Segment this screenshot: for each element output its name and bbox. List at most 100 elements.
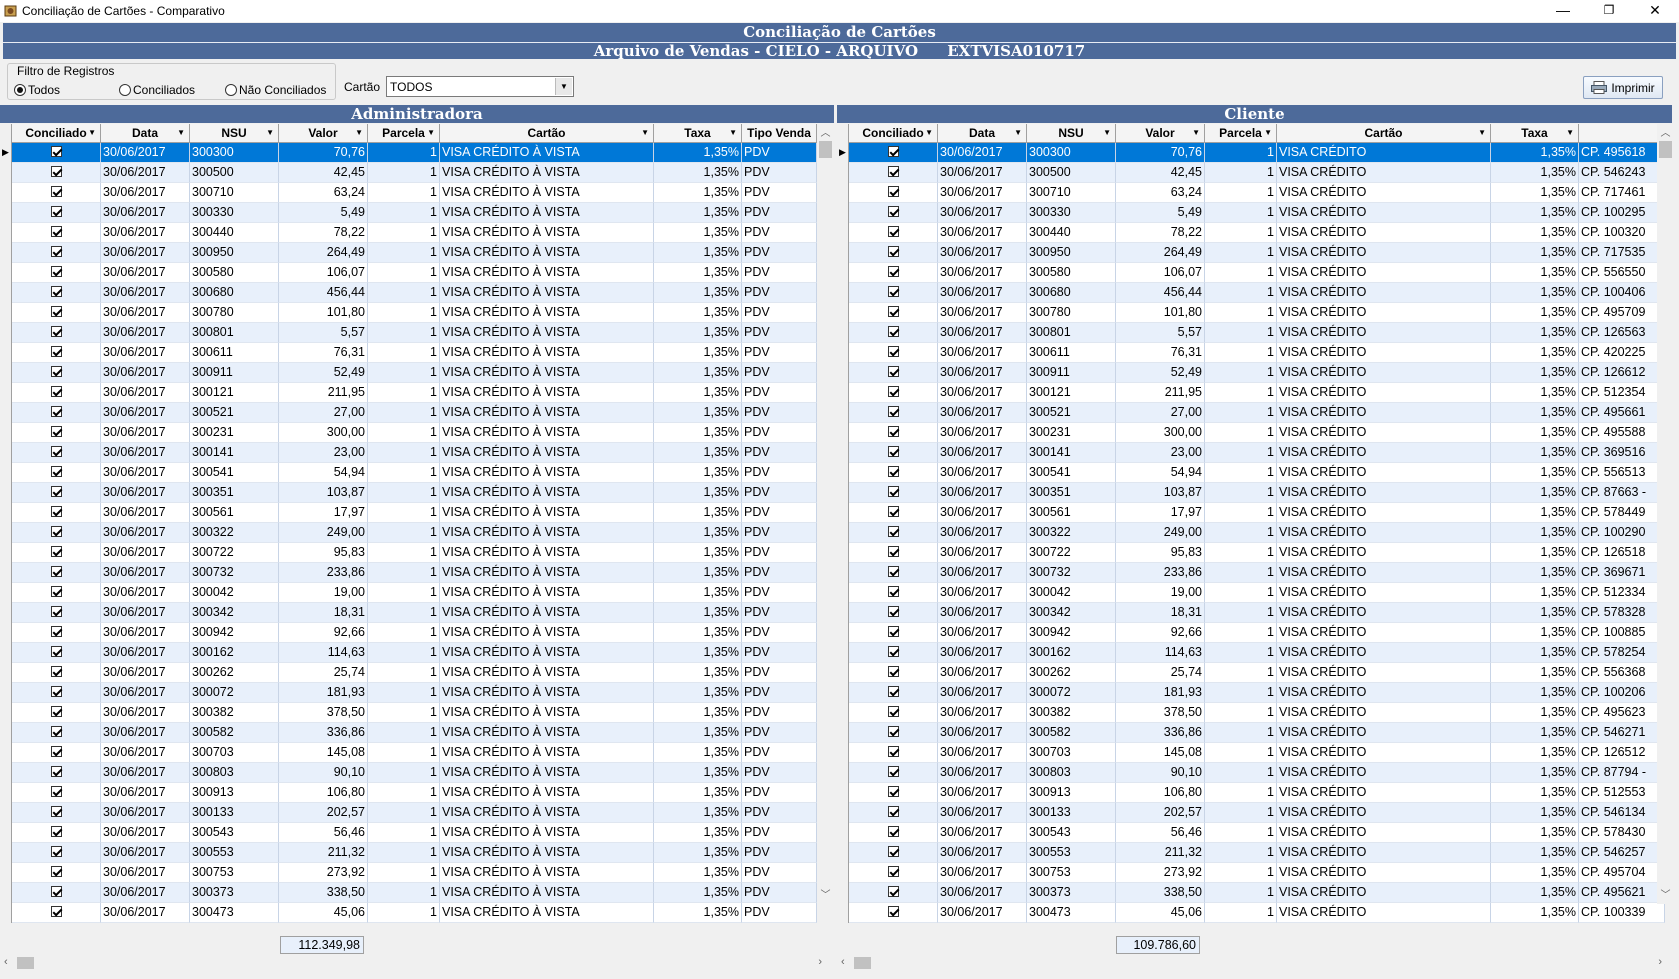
table-row[interactable]: 30/06/2017 300440 78,22 1 VISA CRÉDITO À VIS… [12, 223, 817, 243]
cell-conciliado[interactable] [12, 383, 101, 403]
cell-conciliado[interactable] [849, 843, 938, 863]
checkbox-icon[interactable] [887, 466, 899, 478]
checkbox-icon[interactable] [887, 206, 899, 218]
cell-conciliado[interactable] [12, 323, 101, 343]
checkbox-icon[interactable] [50, 826, 62, 838]
table-row[interactable]: 30/06/2017 300322 249,00 1 VISA CRÉDITO 1,35%… [849, 523, 1665, 543]
checkbox-icon[interactable] [50, 726, 62, 738]
table-row[interactable]: 30/06/2017 300753 273,92 1 VISA CRÉDITO À VI… [12, 863, 817, 883]
checkbox-icon[interactable] [50, 486, 62, 498]
scrollbar-thumb[interactable] [1659, 141, 1672, 158]
cell-conciliado[interactable] [849, 663, 938, 683]
checkbox-icon[interactable] [887, 446, 899, 458]
table-row[interactable]: 30/06/2017 300543 56,46 1 VISA CRÉDITO À VIS… [12, 823, 817, 843]
cell-conciliado[interactable] [12, 863, 101, 883]
cell-conciliado[interactable] [849, 443, 938, 463]
table-row[interactable]: 30/06/2017 300582 336,86 1 VISA CRÉDITO 1,35%… [849, 723, 1665, 743]
table-row[interactable]: 30/06/2017 300300 70,76 1 VISA CRÉDITO À VIS… [12, 143, 817, 163]
table-row[interactable]: 30/06/2017 300611 76,31 1 VISA CRÉDITO 1,35% C… [849, 343, 1665, 363]
cell-conciliado[interactable] [849, 183, 938, 203]
column-header-nsu[interactable]: NSU ▼ [1027, 124, 1116, 143]
cell-conciliado[interactable] [849, 483, 938, 503]
table-row[interactable]: 30/06/2017 300710 63,24 1 VISA CRÉDITO 1,35% C… [849, 183, 1665, 203]
table-row[interactable]: 30/06/2017 300262 25,74 1 VISA CRÉDITO À VIS… [12, 663, 817, 683]
table-row[interactable]: 30/06/2017 300541 54,94 1 VISA CRÉDITO À VIS… [12, 463, 817, 483]
checkbox-icon[interactable] [887, 646, 899, 658]
cell-conciliado[interactable] [12, 483, 101, 503]
checkbox-icon[interactable] [50, 806, 62, 818]
checkbox-icon[interactable] [50, 506, 62, 518]
cell-conciliado[interactable] [12, 563, 101, 583]
checkbox-icon[interactable] [50, 466, 62, 478]
checkbox-icon[interactable] [887, 486, 899, 498]
cell-conciliado[interactable] [12, 883, 101, 903]
radio-dot-todos[interactable] [14, 84, 26, 96]
cell-conciliado[interactable] [12, 463, 101, 483]
column-header-tipo-venda[interactable]: Tipo Venda [742, 124, 817, 143]
checkbox-icon[interactable] [887, 686, 899, 698]
table-row[interactable]: 30/06/2017 300580 106,07 1 VISA CRÉDITO À VI… [12, 263, 817, 283]
checkbox-icon[interactable] [50, 566, 62, 578]
table-row[interactable]: 30/06/2017 300500 42,45 1 VISA CRÉDITO 1,35% C… [849, 163, 1665, 183]
cell-conciliado[interactable] [12, 623, 101, 643]
table-row[interactable]: 30/06/2017 300732 233,86 1 VISA CRÉDITO 1,35%… [849, 563, 1665, 583]
cell-conciliado[interactable] [12, 163, 101, 183]
cell-conciliado[interactable] [849, 583, 938, 603]
table-row[interactable]: 30/06/2017 300942 92,66 1 VISA CRÉDITO À VIS… [12, 623, 817, 643]
checkbox-icon[interactable] [887, 866, 899, 878]
table-row[interactable]: 30/06/2017 300121 211,95 1 VISA CRÉDITO 1,35%… [849, 383, 1665, 403]
cell-conciliado[interactable] [849, 363, 938, 383]
cell-conciliado[interactable] [849, 403, 938, 423]
checkbox-icon[interactable] [887, 266, 899, 278]
table-row[interactable]: 30/06/2017 300440 78,22 1 VISA CRÉDITO 1,35% C… [849, 223, 1665, 243]
checkbox-icon[interactable] [887, 186, 899, 198]
checkbox-icon[interactable] [50, 906, 62, 918]
column-header-conciliado[interactable]: Conciliado ▼ [12, 124, 101, 143]
cell-conciliado[interactable] [12, 443, 101, 463]
cell-conciliado[interactable] [849, 543, 938, 563]
column-header-cartao[interactable]: Cartão ▼ [1277, 124, 1491, 143]
scrollbar-thumb[interactable] [17, 957, 34, 969]
cell-conciliado[interactable] [849, 723, 938, 743]
column-header-valor[interactable]: Valor ▼ [1116, 124, 1205, 143]
cell-conciliado[interactable] [12, 823, 101, 843]
checkbox-icon[interactable] [50, 186, 62, 198]
cell-conciliado[interactable] [12, 723, 101, 743]
cell-conciliado[interactable] [849, 263, 938, 283]
cell-conciliado[interactable] [12, 763, 101, 783]
table-row[interactable]: 30/06/2017 300231 300,00 1 VISA CRÉDITO À VI… [12, 423, 817, 443]
checkbox-icon[interactable] [50, 386, 62, 398]
cell-conciliado[interactable] [849, 683, 938, 703]
cell-conciliado[interactable] [12, 283, 101, 303]
table-row[interactable]: 30/06/2017 300780 101,80 1 VISA CRÉDITO À VI… [12, 303, 817, 323]
checkbox-icon[interactable] [50, 526, 62, 538]
table-row[interactable]: 30/06/2017 300553 211,32 1 VISA CRÉDITO 1,35%… [849, 843, 1665, 863]
table-row[interactable]: 30/06/2017 300042 19,00 1 VISA CRÉDITO À VIS… [12, 583, 817, 603]
table-row[interactable]: 30/06/2017 300611 76,31 1 VISA CRÉDITO À VIS… [12, 343, 817, 363]
table-row[interactable]: 30/06/2017 300942 92,66 1 VISA CRÉDITO 1,35% C… [849, 623, 1665, 643]
checkbox-icon[interactable] [50, 346, 62, 358]
checkbox-icon[interactable] [887, 906, 899, 918]
table-row[interactable]: 30/06/2017 300911 52,49 1 VISA CRÉDITO 1,35% C… [849, 363, 1665, 383]
scroll-down-icon[interactable]: ﹀ [1657, 886, 1674, 901]
cell-conciliado[interactable] [12, 523, 101, 543]
checkbox-icon[interactable] [887, 166, 899, 178]
cell-conciliado[interactable] [849, 163, 938, 183]
cell-conciliado[interactable] [849, 863, 938, 883]
checkbox-icon[interactable] [50, 206, 62, 218]
column-header-cartao[interactable]: Cartão ▼ [440, 124, 654, 143]
cell-conciliado[interactable] [12, 663, 101, 683]
table-row[interactable]: 30/06/2017 300950 264,49 1 VISA CRÉDITO À VI… [12, 243, 817, 263]
checkbox-icon[interactable] [50, 406, 62, 418]
column-header-parcela[interactable]: Parcela ▼ [368, 124, 440, 143]
filter-dropdown-icon[interactable]: ▼ [266, 124, 274, 142]
cell-conciliado[interactable] [849, 143, 938, 163]
checkbox-icon[interactable] [50, 886, 62, 898]
checkbox-icon[interactable] [887, 426, 899, 438]
cell-conciliado[interactable] [12, 803, 101, 823]
cell-conciliado[interactable] [849, 383, 938, 403]
checkbox-icon[interactable] [887, 746, 899, 758]
filter-dropdown-icon[interactable]: ▼ [729, 124, 737, 142]
cell-conciliado[interactable] [12, 503, 101, 523]
table-row[interactable]: 30/06/2017 300680 456,44 1 VISA CRÉDITO 1,35%… [849, 283, 1665, 303]
